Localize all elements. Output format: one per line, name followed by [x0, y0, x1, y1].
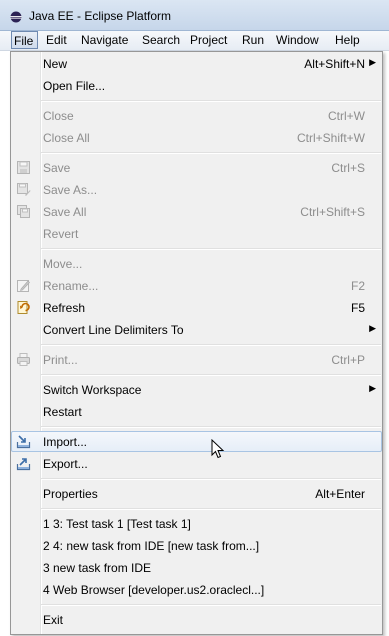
menu-item-close[interactable]: Close Ctrl+W — [11, 105, 382, 126]
menu-run[interactable]: Run — [242, 31, 264, 49]
menu-item-import[interactable]: Import... — [11, 431, 382, 452]
menu-item-rename[interactable]: Rename... F2 — [11, 275, 382, 296]
menu-separator — [41, 152, 381, 154]
recent-file-item[interactable]: 1 3: Test task 1 [Test task 1] — [11, 513, 382, 534]
recent-file-item[interactable]: 2 4: new task from IDE [new task from...… — [11, 535, 382, 556]
file-menu-dropdown: New Alt+Shift+N ▶ Open File... Close Ctr… — [10, 51, 383, 635]
menu-item-close-all[interactable]: Close All Ctrl+Shift+W — [11, 127, 382, 148]
menu-separator — [41, 344, 381, 346]
menu-item-export[interactable]: Export... — [11, 453, 382, 474]
menu-item-new[interactable]: New Alt+Shift+N ▶ — [11, 53, 382, 74]
menu-item-properties[interactable]: Properties Alt+Enter — [11, 483, 382, 504]
menu-item-save[interactable]: Save Ctrl+S — [11, 157, 382, 178]
menu-window[interactable]: Window — [276, 31, 319, 49]
save-disk-icon — [17, 161, 30, 174]
menu-separator — [41, 248, 381, 250]
menu-item-refresh[interactable]: Refresh F5 — [11, 297, 382, 318]
menu-item-save-all[interactable]: Save All Ctrl+Shift+S — [11, 201, 382, 222]
menu-help[interactable]: Help — [335, 31, 360, 49]
window-title: Java EE - Eclipse Platform — [29, 9, 172, 23]
refresh-icon — [17, 301, 30, 314]
export-icon — [16, 458, 31, 471]
printer-icon — [17, 353, 30, 366]
submenu-arrow-icon: ▶ — [369, 383, 376, 393]
menu-navigate[interactable]: Navigate — [81, 31, 128, 49]
menu-separator — [41, 426, 381, 428]
menu-separator — [41, 478, 381, 480]
menu-bar: File Edit Navigate Search Project Run Wi… — [0, 31, 389, 51]
menu-item-restart[interactable]: Restart — [11, 401, 382, 422]
recent-file-item[interactable]: 4 Web Browser [developer.us2.oraclecl...… — [11, 579, 382, 600]
save-as-icon — [17, 183, 31, 196]
menu-separator — [41, 374, 381, 376]
recent-file-item[interactable]: 3 new task from IDE — [11, 557, 382, 578]
save-all-icon — [17, 205, 30, 218]
mouse-cursor-icon — [211, 439, 225, 459]
menu-item-switch-workspace[interactable]: Switch Workspace ▶ — [11, 379, 382, 400]
menu-edit[interactable]: Edit — [46, 31, 67, 49]
menu-project[interactable]: Project — [190, 31, 227, 49]
submenu-arrow-icon: ▶ — [369, 323, 376, 333]
window-title-bar[interactable]: Java EE - Eclipse Platform — [0, 0, 389, 31]
menu-item-print[interactable]: Print... Ctrl+P — [11, 349, 382, 370]
menu-item-move[interactable]: Move... — [11, 253, 382, 274]
menu-item-open-file[interactable]: Open File... — [11, 75, 382, 96]
menu-item-exit[interactable]: Exit — [11, 609, 382, 630]
menu-item-revert[interactable]: Revert — [11, 223, 382, 244]
menu-item-convert-line-delimiters[interactable]: Convert Line Delimiters To ▶ — [11, 319, 382, 340]
menu-separator — [41, 604, 381, 606]
rename-pencil-icon — [17, 280, 30, 292]
menu-file[interactable]: File — [11, 31, 38, 49]
import-icon — [16, 435, 31, 449]
eclipse-app-icon — [10, 11, 22, 23]
submenu-arrow-icon: ▶ — [369, 57, 376, 67]
menu-search[interactable]: Search — [142, 31, 180, 49]
menu-separator — [41, 100, 381, 102]
menu-separator — [41, 508, 381, 510]
menu-item-save-as[interactable]: Save As... — [11, 179, 382, 200]
